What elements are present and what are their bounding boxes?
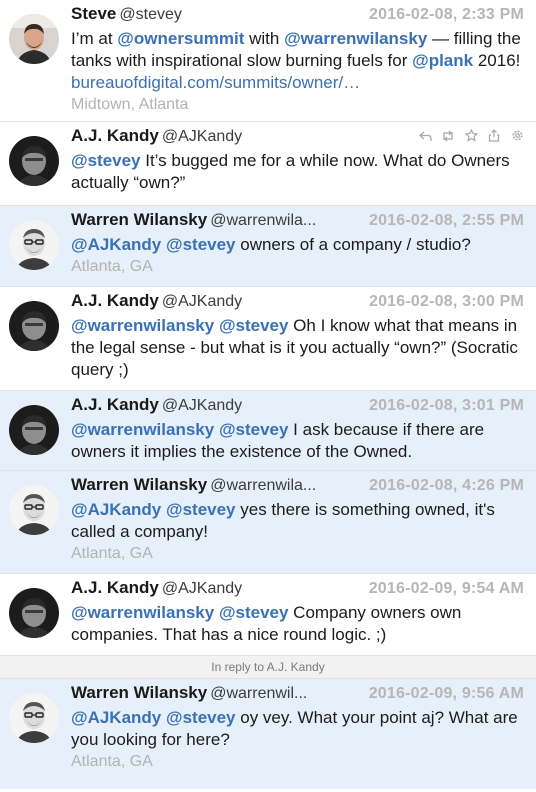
author-name[interactable]: A.J. Kandy xyxy=(71,395,159,414)
author-handle[interactable]: @warrenwila... xyxy=(210,212,316,229)
tweet-timeline: Steve @stevey 2016-02-08, 2:33 PM I’m at … xyxy=(0,0,536,789)
tweet[interactable]: A.J. Kandy @AJKandy 2016-02-08, 3:00 PM @… xyxy=(0,287,536,391)
tweet-text: @AJKandy @stevey oy vey. What your point… xyxy=(71,707,526,751)
tweet[interactable]: Warren Wilansky @warrenwil... 2016-02-09,… xyxy=(0,679,536,789)
tweet[interactable]: Warren Wilansky @warrenwila... 2016-02-08… xyxy=(0,471,536,574)
tweet-text: @stevey It’s bugged me for a while now. … xyxy=(71,150,526,194)
mention-link[interactable]: @stevey xyxy=(166,500,236,519)
avatar[interactable] xyxy=(9,405,59,455)
mention-link[interactable]: @plank xyxy=(412,51,473,70)
tweet-text: @AJKandy @stevey yes there is something … xyxy=(71,499,526,543)
tweet-location[interactable]: Atlanta, GA xyxy=(71,543,526,564)
tweet[interactable]: A.J. Kandy @AJKandy 2016-02-09, 9:54 AM @… xyxy=(0,574,536,656)
mention-link[interactable]: @AJKandy xyxy=(71,500,161,519)
mention-link[interactable]: @stevey xyxy=(219,316,289,335)
author-handle[interactable]: @AJKandy xyxy=(162,580,242,597)
mention-link[interactable]: @stevey xyxy=(166,708,236,727)
timestamp[interactable]: 2016-02-08, 2:55 PM xyxy=(369,212,524,230)
author-handle[interactable]: @warrenwila... xyxy=(210,477,316,494)
author-name[interactable]: A.J. Kandy xyxy=(71,578,159,597)
tweet-text: @warrenwilansky @stevey Company owners o… xyxy=(71,602,526,646)
avatar[interactable] xyxy=(9,485,59,535)
author-handle[interactable]: @AJKandy xyxy=(162,397,242,414)
timestamp[interactable]: 2016-02-08, 4:26 PM xyxy=(369,477,524,495)
avatar[interactable] xyxy=(9,220,59,270)
mention-link[interactable]: @stevey xyxy=(219,603,289,622)
gear-icon[interactable] xyxy=(510,129,524,145)
mention-link[interactable]: @stevey xyxy=(166,235,236,254)
tweet-location[interactable]: Atlanta, GA xyxy=(71,256,526,277)
tweet-text-fragment: with xyxy=(244,29,285,48)
tweet[interactable]: Steve @stevey 2016-02-08, 2:33 PM I’m at … xyxy=(0,0,536,122)
author-handle[interactable]: @AJKandy xyxy=(162,293,242,310)
tweet-text: I’m at @ownersummit with @warrenwilansky… xyxy=(71,28,526,94)
author-name[interactable]: A.J. Kandy xyxy=(71,126,159,145)
author-name[interactable]: A.J. Kandy xyxy=(71,291,159,310)
author-name[interactable]: Steve xyxy=(71,4,116,23)
mention-link[interactable]: @ownersummit xyxy=(117,29,244,48)
retweet-icon[interactable] xyxy=(441,129,455,145)
avatar[interactable] xyxy=(9,301,59,351)
timestamp[interactable]: 2016-02-09, 9:56 AM xyxy=(369,685,524,703)
reply-icon[interactable] xyxy=(418,129,432,145)
timestamp[interactable]: 2016-02-08, 3:01 PM xyxy=(369,397,524,415)
mention-link[interactable]: @warrenwilansky xyxy=(71,316,214,335)
tweet-text: @warrenwilansky @stevey Oh I know what t… xyxy=(71,315,526,381)
timestamp[interactable]: 2016-02-08, 3:00 PM xyxy=(369,293,524,311)
url-link[interactable]: bureauofdigital.com/summits/owner/… xyxy=(71,73,360,92)
tweet-text-fragment: 2016! xyxy=(473,51,521,70)
star-icon[interactable] xyxy=(464,128,478,145)
avatar[interactable] xyxy=(9,693,59,743)
author-name[interactable]: Warren Wilansky xyxy=(71,475,207,494)
tweet-location[interactable]: Atlanta, GA xyxy=(71,751,526,772)
avatar[interactable] xyxy=(9,14,59,64)
tweet-text-fragment: I’m at xyxy=(71,29,118,48)
in-reply-to-bar[interactable]: In reply to A.J. Kandy xyxy=(0,656,536,679)
author-handle[interactable]: @warrenwil... xyxy=(210,685,307,702)
share-icon[interactable] xyxy=(487,129,501,145)
timestamp[interactable]: 2016-02-08, 2:33 PM xyxy=(369,6,524,24)
tweet-text: @AJKandy @stevey owners of a company / s… xyxy=(71,234,526,256)
author-handle[interactable]: @stevey xyxy=(119,6,181,23)
tweet[interactable]: Warren Wilansky @warrenwila... 2016-02-08… xyxy=(0,206,536,287)
tweet-location[interactable]: Midtown, Atlanta xyxy=(71,94,526,115)
author-handle[interactable]: @AJKandy xyxy=(162,128,242,145)
mention-link[interactable]: @warrenwilansky xyxy=(284,29,427,48)
tweet-actions xyxy=(418,128,524,145)
mention-link[interactable]: @stevey xyxy=(71,151,141,170)
timestamp[interactable]: 2016-02-09, 9:54 AM xyxy=(369,580,524,598)
author-name[interactable]: Warren Wilansky xyxy=(71,210,207,229)
author-name[interactable]: Warren Wilansky xyxy=(71,683,207,702)
tweet-text-fragment: owners of a company / studio? xyxy=(235,235,471,254)
mention-link[interactable]: @AJKandy xyxy=(71,708,161,727)
tweet[interactable]: A.J. Kandy @AJKandy 2016-02-08, 3:01 PM @… xyxy=(0,391,536,471)
tweet[interactable]: A.J. Kandy @AJKandy @stevey It’s bugged … xyxy=(0,122,536,206)
mention-link[interactable]: @warrenwilansky xyxy=(71,603,214,622)
mention-link[interactable]: @AJKandy xyxy=(71,235,161,254)
mention-link[interactable]: @warrenwilansky xyxy=(71,420,214,439)
tweet-text: @warrenwilansky @stevey I ask because if… xyxy=(71,419,526,463)
mention-link[interactable]: @stevey xyxy=(219,420,289,439)
avatar[interactable] xyxy=(9,588,59,638)
avatar[interactable] xyxy=(9,136,59,186)
